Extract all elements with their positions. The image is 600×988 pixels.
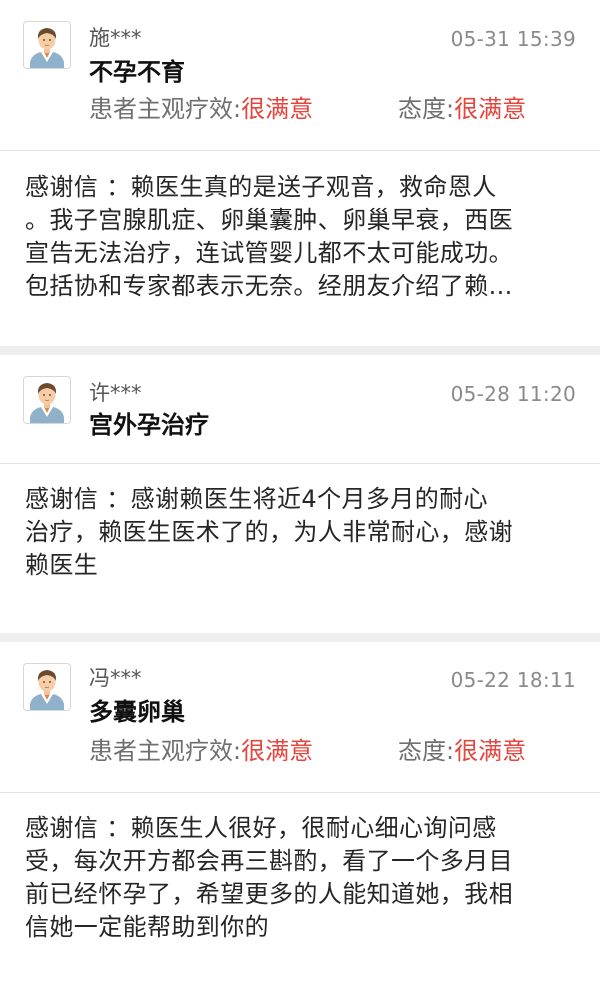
body-line: 受，每次开方都会再三斟酌，看了一个多月目 bbox=[25, 847, 513, 875]
attitude-value: 很满意 bbox=[454, 95, 527, 123]
rating-row: 患者主观疗效:很满意 态度:很满意 bbox=[89, 95, 580, 123]
review-timestamp: 05-22 18:11 bbox=[450, 668, 576, 692]
divider bbox=[0, 792, 600, 793]
review-body[interactable]: 感谢信 ：感谢赖医生将近4个月多月的耐心 治疗，赖医生医术了的，为人非常耐心，感… bbox=[25, 483, 574, 582]
divider bbox=[0, 463, 600, 464]
review-title: 宫外孕治疗 bbox=[89, 411, 209, 439]
efficacy-label: 患者主观疗效: bbox=[89, 95, 242, 123]
body-line: 治疗，赖医生医术了的，为人非常耐心，感谢 bbox=[25, 518, 513, 546]
user-avatar-icon bbox=[23, 21, 71, 69]
review-card[interactable]: 许*** 05-28 11:20 宫外孕治疗 感谢信 ：感谢赖医生将近4个月多月… bbox=[0, 355, 600, 633]
review-title: 不孕不育 bbox=[89, 58, 185, 86]
body-line: 赖医生 bbox=[25, 551, 99, 579]
review-card[interactable]: 冯*** 05-22 18:11 多囊卵巢 患者主观疗效:很满意 态度:很满意 … bbox=[0, 642, 600, 988]
body-line: 信她一定能帮助到你的 bbox=[25, 913, 269, 941]
body-line: 包括协和专家都表示无奈。经朋友介绍了赖... bbox=[25, 272, 513, 300]
attitude-label: 态度: bbox=[398, 737, 455, 765]
attitude-label: 态度: bbox=[398, 95, 455, 123]
review-timestamp: 05-31 15:39 bbox=[450, 27, 576, 51]
user-name: 许*** bbox=[89, 381, 142, 405]
review-title: 多囊卵巢 bbox=[89, 698, 185, 726]
section-separator bbox=[0, 346, 600, 355]
body-line: 感谢信 ：感谢赖医生将近4个月多月的耐心 bbox=[25, 485, 488, 513]
review-body[interactable]: 感谢信 ：赖医生人很好，很耐心细心询问感 受，每次开方都会再三斟酌，看了一个多月… bbox=[25, 812, 574, 944]
attitude-value: 很满意 bbox=[454, 737, 527, 765]
divider bbox=[0, 150, 600, 151]
review-body[interactable]: 感谢信 ：赖医生真的是送子观音，救命恩人 。我子宫腺肌症、卵巢囊肿、卵巢早衰，西… bbox=[25, 171, 574, 303]
user-name: 施*** bbox=[89, 26, 142, 50]
body-line: 前已经怀孕了，希望更多的人能知道她，我相 bbox=[25, 880, 513, 908]
efficacy-value: 很满意 bbox=[241, 95, 314, 123]
user-avatar-icon bbox=[23, 663, 71, 711]
body-line: 感谢信 ：赖医生人很好，很耐心细心询问感 bbox=[25, 814, 497, 842]
section-separator bbox=[0, 633, 600, 642]
efficacy-value: 很满意 bbox=[241, 737, 314, 765]
review-card[interactable]: 施*** 05-31 15:39 不孕不育 患者主观疗效:很满意 态度:很满意 … bbox=[0, 0, 600, 346]
body-line: 宣告无法治疗，连试管婴儿都不太可能成功。 bbox=[25, 239, 513, 267]
rating-row: 患者主观疗效:很满意 态度:很满意 bbox=[89, 737, 580, 765]
user-name: 冯*** bbox=[89, 666, 142, 690]
review-timestamp: 05-28 11:20 bbox=[450, 382, 576, 406]
body-line: 。我子宫腺肌症、卵巢囊肿、卵巢早衰，西医 bbox=[25, 206, 513, 234]
user-avatar-icon bbox=[23, 376, 71, 424]
efficacy-label: 患者主观疗效: bbox=[89, 737, 242, 765]
body-line: 感谢信 ：赖医生真的是送子观音，救命恩人 bbox=[25, 173, 497, 201]
